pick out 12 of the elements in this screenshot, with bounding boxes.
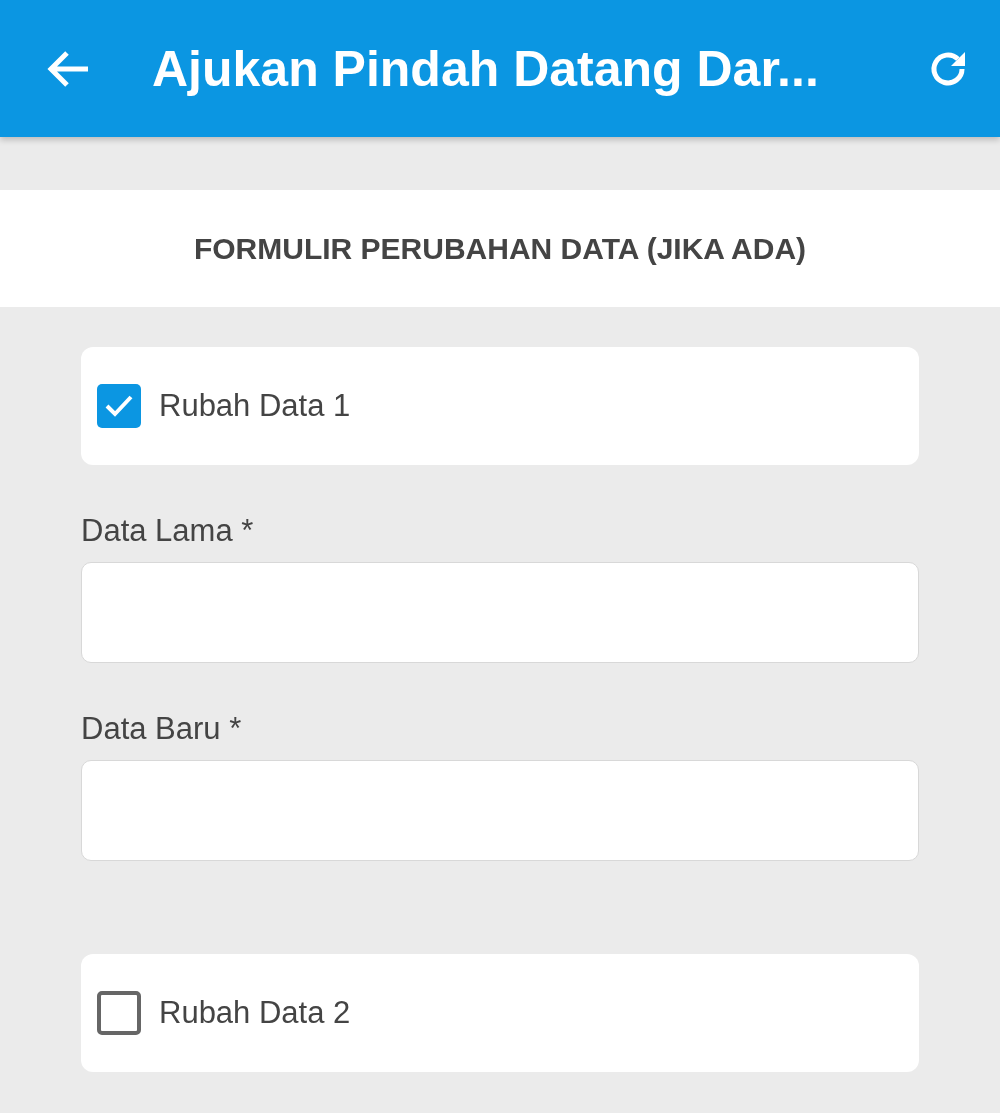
field-label: Data Baru * — [81, 711, 243, 747]
screen-title: Ajukan Pindah Datang Dar... — [152, 39, 820, 98]
back-icon[interactable] — [46, 48, 90, 89]
section-title: FORMULIR PERUBAHAN DATA (JIKA ADA) — [193, 231, 807, 266]
input-field[interactable] — [81, 760, 919, 861]
checkbox[interactable] — [97, 991, 141, 1035]
input-field[interactable] — [81, 562, 919, 663]
checkbox[interactable] — [97, 384, 141, 428]
check-icon — [104, 394, 134, 418]
checkbox-label: Rubah Data 1 — [159, 388, 351, 424]
checkbox-label: Rubah Data 2 — [159, 995, 351, 1031]
field-label: Data Lama * — [81, 513, 255, 549]
